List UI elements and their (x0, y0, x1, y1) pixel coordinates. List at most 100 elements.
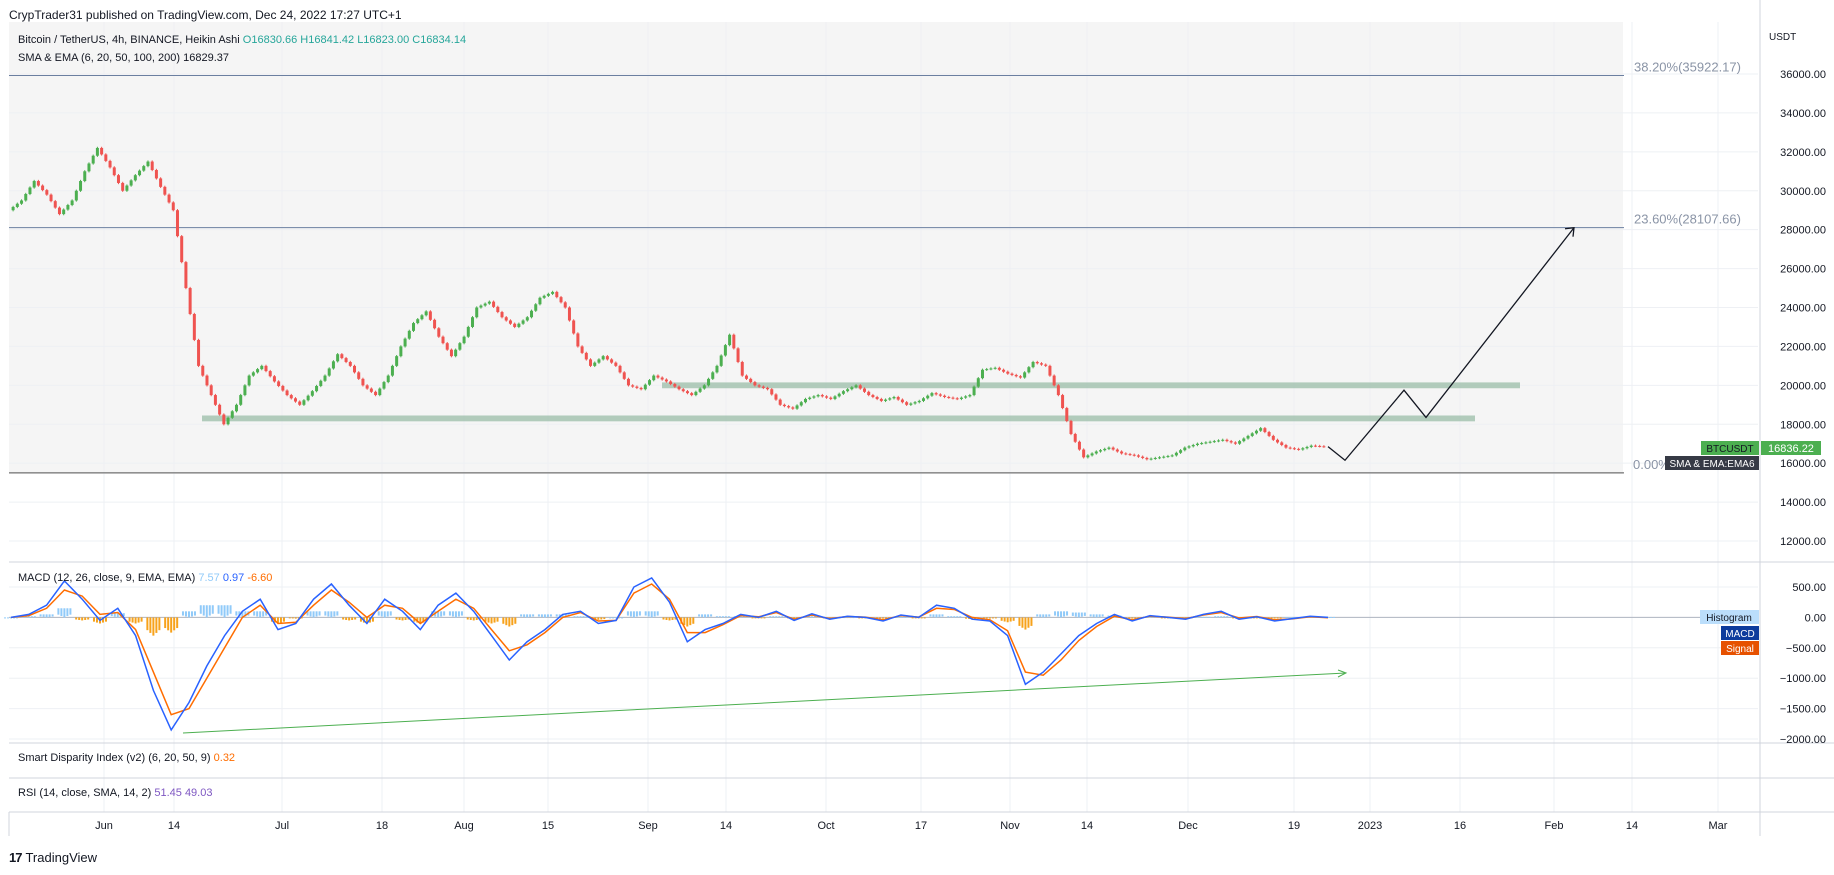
price-candle (289, 395, 293, 399)
macd-histogram-bar (330, 611, 333, 618)
price-candle (1212, 441, 1216, 443)
price-candle (449, 349, 453, 357)
price-candle (1217, 440, 1221, 442)
macd-histogram-bar (1074, 612, 1077, 617)
price-candle (837, 393, 841, 397)
macd-histogram-bar (448, 611, 451, 616)
price-candle (1073, 433, 1077, 442)
price-candle (673, 384, 677, 387)
price-candle (36, 181, 40, 186)
time-axis-tick-label: Oct (817, 820, 834, 832)
price-candle (247, 375, 251, 386)
macd-histogram-bar (537, 614, 540, 617)
price-candle (563, 302, 567, 308)
macd-histogram-bar (253, 611, 256, 616)
ma-value: 16829.37 (183, 52, 229, 64)
price-candle (1200, 443, 1204, 445)
price-candle (736, 348, 740, 362)
price-candle (171, 202, 175, 211)
macd-histogram-bar (502, 617, 505, 624)
time-axis-tick-label: Aug (454, 820, 474, 832)
price-candle (850, 387, 854, 390)
macd-histogram-bar (327, 611, 330, 617)
macd-axis-tick-label: −1000.00 (1780, 673, 1826, 685)
price-candle (508, 320, 512, 324)
macd-histogram-bar (78, 617, 81, 620)
price-candle (989, 368, 993, 370)
price-candle (213, 395, 217, 405)
price-candle (331, 361, 335, 369)
macd-histogram-bar (208, 605, 211, 616)
macd-histogram-bar (635, 611, 638, 617)
price-candle (1027, 367, 1031, 373)
price-candle (138, 170, 142, 176)
macd-histogram-bar (778, 616, 781, 618)
price-candle (218, 404, 222, 415)
tradingview-logo[interactable]: 17 TradingView (9, 850, 97, 865)
macd-axis-tick-label: −500.00 (1786, 643, 1826, 655)
macd-axis-tick-label: −2000.00 (1780, 734, 1826, 746)
price-candle (1145, 457, 1149, 460)
time-axis-tick-label: 14 (1081, 820, 1093, 832)
price-candle (1238, 441, 1242, 444)
price-candle (892, 397, 896, 399)
macd-histogram-bar (318, 611, 321, 616)
price-candle (462, 336, 466, 344)
price-candle (1035, 361, 1039, 364)
macd-histogram-bar (638, 611, 641, 616)
price-candle (643, 384, 647, 390)
price-candle (112, 167, 116, 176)
macd-histogram-bar (629, 611, 632, 617)
price-candle (1052, 375, 1056, 386)
price-candle (1318, 445, 1322, 447)
price-candle (374, 391, 378, 396)
macd-histogram-bar (472, 617, 475, 621)
price-candle (95, 147, 99, 156)
macd-histogram-bar (929, 614, 932, 617)
macd-axis-tick-label: 0.00 (1805, 612, 1826, 624)
price-candle (858, 385, 862, 389)
ohlc-high: H16841.42 (300, 34, 355, 46)
price-candle (702, 385, 706, 389)
chart-canvas[interactable]: 38.20%(35922.17) 23.60%(28107.66) 0.00% USD… (0, 0, 1834, 875)
price-candle (799, 402, 803, 406)
price-candle (365, 385, 369, 389)
macd-histogram-bar (1024, 617, 1027, 630)
time-axis-tick-label: 14 (720, 820, 732, 832)
macd-histogram-bar (259, 611, 262, 618)
price-candle (580, 346, 584, 353)
price-candle (900, 399, 904, 403)
macd-histogram-bar (1223, 616, 1226, 618)
price-candle (1124, 453, 1128, 455)
macd-histogram-bar (170, 617, 173, 633)
macd-histogram-bar (769, 616, 772, 618)
macd-histogram-bar (1036, 614, 1039, 617)
macd-histogram-bar (1021, 617, 1024, 628)
time-axis-tick-label: Feb (1545, 820, 1564, 832)
price-candle (1153, 457, 1157, 459)
macd-histogram-bar (947, 616, 950, 618)
price-candle (1250, 433, 1254, 436)
macd-histogram-bar (650, 611, 653, 618)
price-candle (1111, 447, 1115, 450)
price-candle (70, 200, 74, 206)
macd-histogram-bar (443, 611, 446, 616)
macd-histogram-bar (84, 617, 87, 620)
price-candle (1069, 421, 1073, 434)
price-candle (1204, 442, 1208, 444)
price-candle (66, 205, 70, 210)
price-candle (344, 358, 348, 362)
price-candle (1094, 451, 1098, 454)
price-candle (976, 378, 980, 387)
price-candle (395, 356, 399, 366)
fib-level-label: 0.00% (1633, 457, 1670, 472)
price-candle (795, 405, 799, 409)
price-candle (104, 154, 108, 161)
price-candle (626, 378, 630, 386)
macd-histogram-bar (140, 617, 143, 622)
price-candle (778, 399, 782, 405)
macd-histogram-bar (1092, 614, 1095, 617)
macd-histogram-bar (45, 614, 48, 618)
macd-axis-tick-label: −1500.00 (1780, 704, 1826, 716)
price-candle (1292, 448, 1296, 450)
